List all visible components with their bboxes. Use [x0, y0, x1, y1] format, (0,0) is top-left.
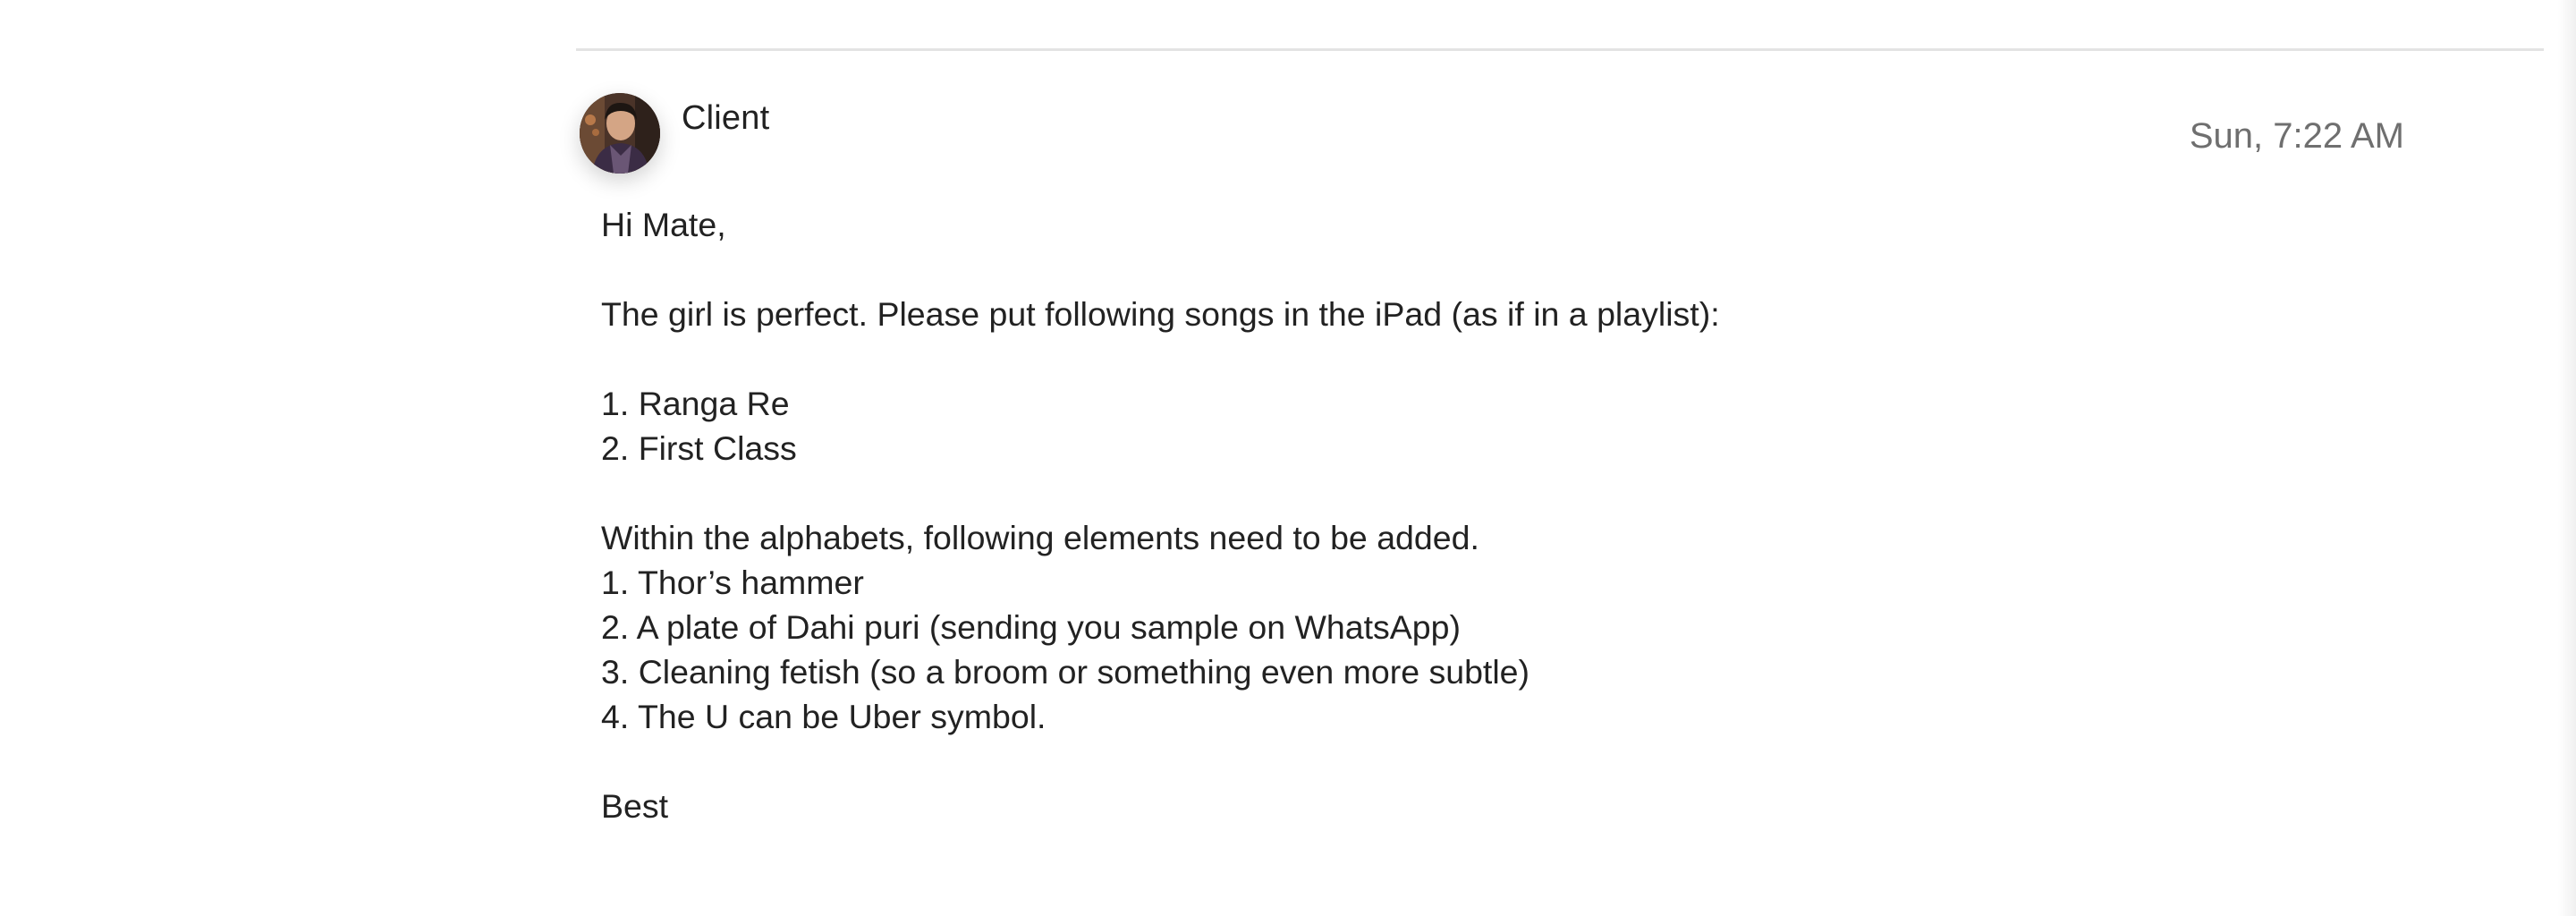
- signoff-line: Best: [601, 787, 669, 825]
- avatar-image: [580, 93, 660, 174]
- element-item: 3. Cleaning fetish (so a broom or someth…: [601, 653, 1530, 691]
- email-timestamp[interactable]: Sun, 7:22 AM: [2190, 113, 2404, 159]
- song-item: 2. First Class: [601, 429, 797, 467]
- song-item: 1. Ranga Re: [601, 385, 790, 422]
- element-item: 2. A plate of Dahi puri (sending you sam…: [601, 608, 1461, 646]
- scrollbar-edge[interactable]: [2558, 0, 2576, 916]
- email-view: Client Sun, 7:22 AM Hi Mate, The girl is…: [0, 0, 2576, 916]
- element-item: 4. The U can be Uber symbol.: [601, 698, 1046, 735]
- sender-name[interactable]: Client: [682, 95, 769, 141]
- email-header: Client Sun, 7:22 AM: [580, 93, 2404, 175]
- avatar[interactable]: [580, 93, 660, 174]
- element-item: 1. Thor’s hammer: [601, 564, 864, 601]
- intro-line: The girl is perfect. Please put followin…: [601, 295, 1720, 333]
- greeting-line: Hi Mate,: [601, 206, 726, 243]
- message-divider: [576, 48, 2544, 51]
- email-body: Hi Mate, The girl is perfect. Please put…: [601, 202, 2372, 828]
- elements-intro-line: Within the alphabets, following elements…: [601, 519, 1479, 556]
